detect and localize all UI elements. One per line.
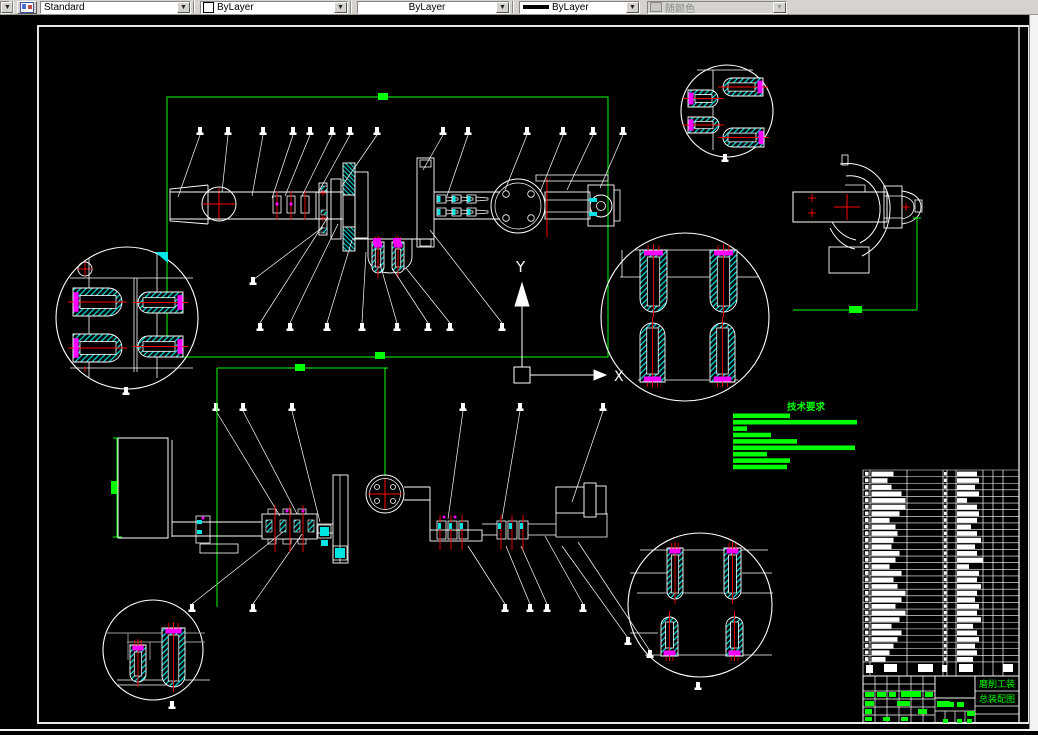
titleblock-project-text: 磨削工装 [979,678,1015,690]
lineweight-value: ByLayer [552,1,589,13]
title-block: 磨削工装总装配图 [862,675,1020,724]
chevron-down-icon[interactable]: ▼ [496,1,509,13]
window-right-edge [1029,15,1038,729]
detail-circle-a [55,246,199,390]
bom-table [862,469,1020,677]
text-style-value: Standard [44,1,85,13]
styles-button[interactable] [17,0,37,14]
chevron-down-icon: ▼ [773,1,786,13]
toolbar-separator [512,1,514,13]
svg-text:Y: Y [515,258,526,276]
styles-icon [20,1,34,13]
chevron-down-icon[interactable]: ▼ [177,1,190,13]
chevron-down-icon[interactable]: ▼ [334,1,347,13]
svg-text:X: X [614,369,624,385]
detail-circle-c [600,232,770,402]
plotstyle-value: 随颜色 [665,3,695,15]
lineweight-icon [523,5,549,9]
color-value: ByLayer [217,1,254,13]
side-view [792,154,923,313]
plotstyle-icon [650,2,662,12]
toolbar-separator [350,1,352,13]
svg-text:技术要求: 技术要求 [787,401,826,413]
toolbar-separator [12,1,14,13]
plotstyle-combo: 随颜色 ▼ [647,0,787,15]
linetype-value: ByLayer [408,1,446,13]
leader-lines [122,127,729,709]
bottom-assembly-view [111,364,608,607]
titleblock-drawing-text: 总装配图 [979,693,1015,705]
detail-circle-d [102,599,210,701]
text-style-combo[interactable]: Standard ▼ [40,0,191,14]
chevron-down-icon[interactable]: ▼ [626,1,639,13]
toolbar-separator [193,1,195,13]
drawing-canvas[interactable]: Y X 技术要求磨削工装总装配图 [0,0,1038,735]
lineweight-combo[interactable]: ByLayer ▼ [519,0,640,14]
layer-combo-partial[interactable]: ▼ [0,0,14,14]
color-combo[interactable]: ByLayer ▼ [200,0,348,14]
top-assembly-view [166,93,621,359]
toolbar: ▼ Standard ▼ ByLayer ▼ ByLayer ▼ ByLayer… [0,0,1038,15]
color-swatch-icon [203,1,214,13]
linetype-combo[interactable]: ByLayer ▼ [357,0,510,14]
window-bottom-edge [0,729,1038,731]
tech-requirements: 技术要求 [733,401,857,470]
detail-circle-b [680,64,774,158]
